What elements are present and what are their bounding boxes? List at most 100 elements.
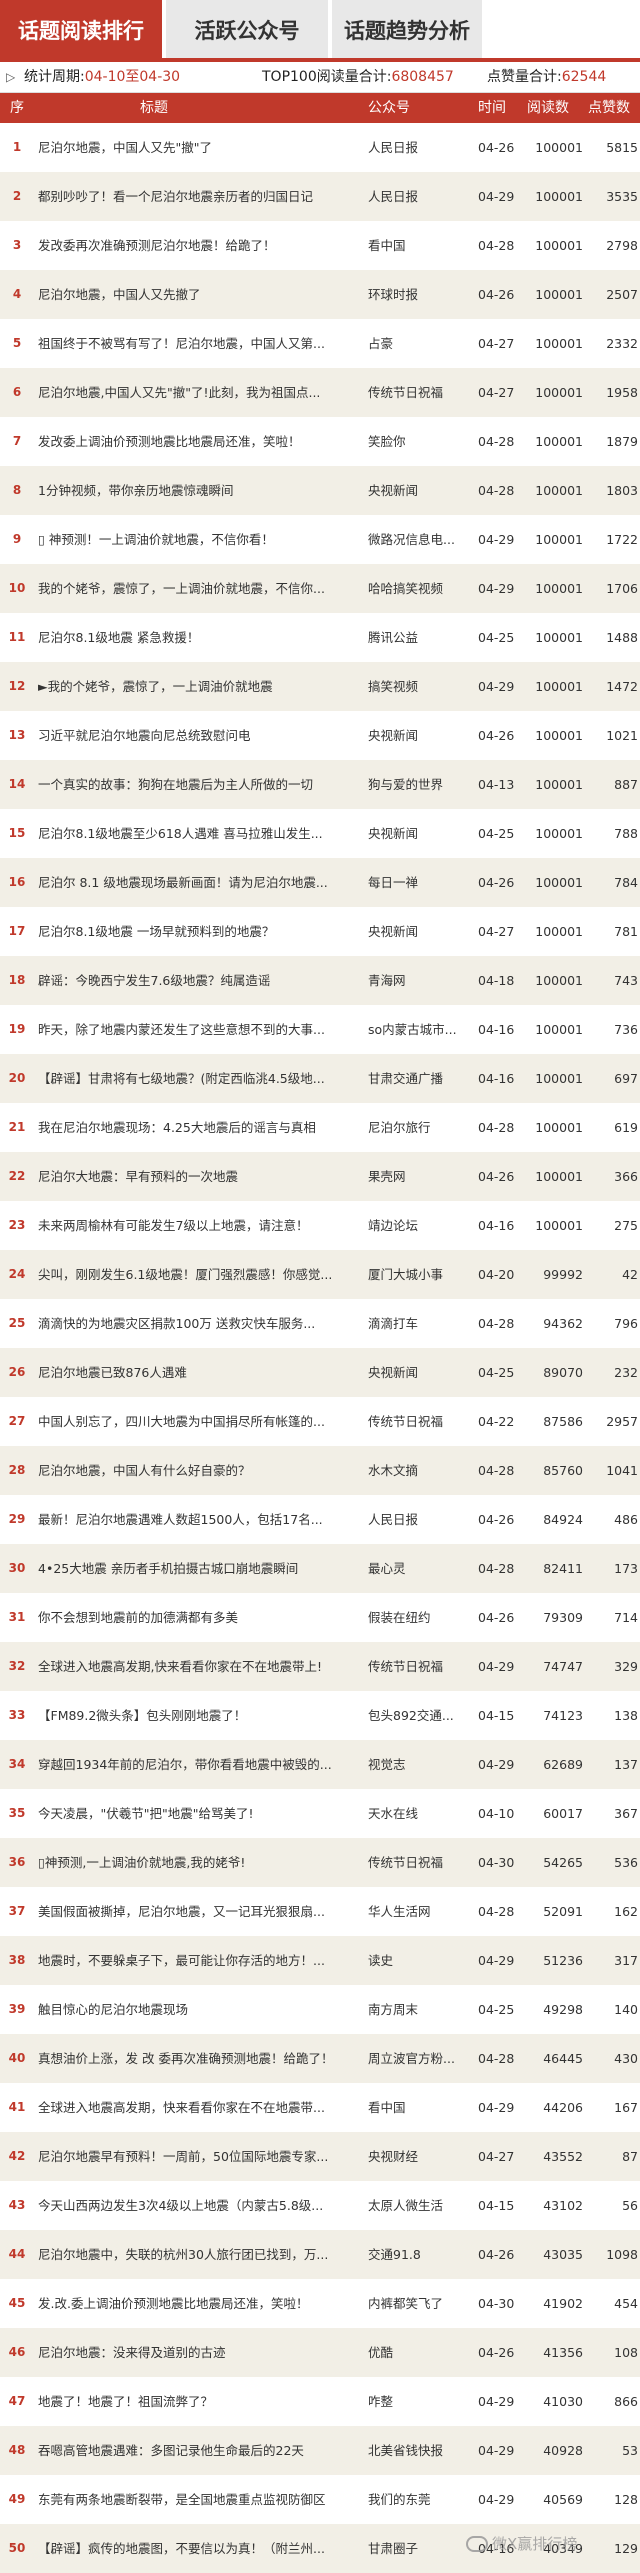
table-row[interactable]: 32 全球进入地震高发期,快来看看你家在不在地震带上! 传统节日祝福 04-29 747… [0,1642,640,1691]
table-row[interactable]: 6 尼泊尔地震,中国人又先"撤"了!此刻，我为祖国点... 传统节日祝福 04-27 1… [0,368,640,417]
title-link[interactable]: 穿越回1934年前的尼泊尔，带你看看地震中被毁的... [38,1740,360,1789]
table-row[interactable]: 10 我的个姥爷，震惊了，一上调油价就地震，不信你... 哈哈搞笑视频 04-29 10… [0,564,640,613]
title-link[interactable]: 尼泊尔地震已致876人遇难 [38,1348,360,1397]
tab-topic-trend[interactable]: 话题趋势分析 [332,0,482,58]
title-link[interactable]: 发.改.委上调油价预测地震比地震局还准，笑啦！ [38,2279,360,2328]
title-link[interactable]: 尼泊尔大地震：早有预料的一次地震 [38,1152,360,1201]
title-link[interactable]: 【辟谣】疯传的地震图，不要信以为真！（附兰州... [38,2524,360,2573]
table-row[interactable]: 20 【辟谣】甘肃将有七级地震？(附定西临洮4.5级地... 甘肃交通广播 04-16… [0,1054,640,1103]
table-row[interactable]: 43 今天山西两边发生3次4级以上地震（内蒙古5.8级... 太原人微生活 04-15… [0,2181,640,2230]
title-link[interactable]: 全球进入地震高发期，快来看看你家在不在地震带... [38,2083,360,2132]
table-row[interactable]: 39 触目惊心的尼泊尔地震现场 南方周末 04-25 49298 140 [0,1985,640,2034]
table-row[interactable]: 25 滴滴快的为地震灾区捐款100万 送救灾快车服务... 滴滴打车 04-28 943… [0,1299,640,1348]
title-link[interactable]: 你不会想到地震前的加德满都有多美 [38,1593,360,1642]
table-row[interactable]: 40 真想油价上涨，发 改 委再次准确预测地震！给跪了！ 周立波官方粉... 04-2… [0,2034,640,2083]
table-row[interactable]: 35 今天凌晨，"伏羲节"把"地震"给骂美了! 天水在线 04-10 60017 367 [0,1789,640,1838]
title-link[interactable]: 尼泊尔地震，中国人又先"撤"了 [38,123,360,172]
table-row[interactable]: 48 吞嗯高管地震遇难：多图记录他生命最后的22天 北美省钱快报 04-29 40928… [0,2426,640,2475]
tab-topic-reading-rank[interactable]: 话题阅读排行 [0,0,162,58]
table-row[interactable]: 31 你不会想到地震前的加德满都有多美 假装在纽约 04-26 79309 714 [0,1593,640,1642]
table-row[interactable]: 37 美国假面被撕掉，尼泊尔地震，又一记耳光狠狠扇... 华人生活网 04-28 520… [0,1887,640,1936]
title-link[interactable]: 都别吵吵了！看一个尼泊尔地震亲历者的归国日记 [38,172,360,221]
title-link[interactable]: 尖叫，刚刚发生6.1级地震！厦门强烈震感！你感觉... [38,1250,360,1299]
title-link[interactable]: 我的个姥爷，震惊了，一上调油价就地震，不信你... [38,564,360,613]
title-link[interactable]: 1分钟视频，带你亲历地震惊魂瞬间 [38,466,360,515]
table-row[interactable]: 44 尼泊尔地震中，失联的杭州30人旅行团已找到，万... 交通91.8 04-26 4… [0,2230,640,2279]
title-link[interactable]: 地震时，不要躲桌子下，最可能让你存活的地方！... [38,1936,360,1985]
title-link[interactable]: 辟谣：今晚西宁发生7.6级地震？纯属造谣 [38,956,360,1005]
title-link[interactable]: 一个真实的故事：狗狗在地震后为主人所做的一切 [38,760,360,809]
table-row[interactable]: 46 尼泊尔地震：没来得及道别的古迹 优酷 04-26 41356 108 [0,2328,640,2377]
title-link[interactable]: 今天凌晨，"伏羲节"把"地震"给骂美了! [38,1789,360,1838]
table-row[interactable]: 9 ▯ 神预测！一上调油价就地震，不信你看！ 微路况信息电... 04-29 10000… [0,515,640,564]
title-link[interactable]: 习近平就尼泊尔地震向尼总统致慰问电 [38,711,360,760]
title-link[interactable]: 昨天，除了地震内蒙还发生了这些意想不到的大事... [38,1005,360,1054]
table-row[interactable]: 5 祖国终于不被骂有写了！尼泊尔地震，中国人又第... 占豪 04-27 100001 2… [0,319,640,368]
table-row[interactable]: 29 最新！尼泊尔地震遇难人数超1500人，包括17名... 人民日报 04-26 84… [0,1495,640,1544]
title-link[interactable]: ▯ 神预测！一上调油价就地震，不信你看！ [38,515,360,564]
title-link[interactable]: 未来两周榆林有可能发生7级以上地震，请注意！ [38,1201,360,1250]
title-link[interactable]: 祖国终于不被骂有写了！尼泊尔地震，中国人又第... [38,319,360,368]
table-row[interactable]: 18 辟谣：今晚西宁发生7.6级地震？纯属造谣 青海网 04-18 100001 743 [0,956,640,1005]
table-row[interactable]: 27 中国人别忘了，四川大地震为中国捐尽所有帐篷的... 传统节日祝福 04-22 87… [0,1397,640,1446]
title-link[interactable]: 4•25大地震 亲历者手机拍摄古城口崩地震瞬间 [38,1544,360,1593]
title-link[interactable]: 美国假面被撕掉，尼泊尔地震，又一记耳光狠狠扇... [38,1887,360,1936]
title-link[interactable]: 我在尼泊尔地震现场：4.25大地震后的谣言与真相 [38,1103,360,1152]
title-link[interactable]: ▯神预测,一上调油价就地震,我的姥爷! [38,1838,360,1887]
title-link[interactable]: 地震了！地震了！祖国流弊了？ [38,2377,360,2426]
table-row[interactable]: 17 尼泊尔8.1级地震 一场早就预料到的地震？ 央视新闻 04-27 100001 78… [0,907,640,956]
title-link[interactable]: 尼泊尔地震,中国人又先"撤"了!此刻，我为祖国点... [38,368,360,417]
table-row[interactable]: 36 ▯神预测,一上调油价就地震,我的姥爷! 传统节日祝福 04-30 54265 536 [0,1838,640,1887]
tab-active-accounts[interactable]: 活跃公众号 [166,0,328,58]
title-link[interactable]: 中国人别忘了，四川大地震为中国捐尽所有帐篷的... [38,1397,360,1446]
title-link[interactable]: 东莞有两条地震断裂带，是全国地震重点监视防御区 [38,2475,360,2524]
title-link[interactable]: 尼泊尔地震，中国人又先撤了 [38,270,360,319]
title-link[interactable]: 全球进入地震高发期,快来看看你家在不在地震带上! [38,1642,360,1691]
title-link[interactable]: 尼泊尔地震中，失联的杭州30人旅行团已找到，万... [38,2230,360,2279]
table-row[interactable]: 2 都别吵吵了！看一个尼泊尔地震亲历者的归国日记 人民日报 04-29 100001 35… [0,172,640,221]
table-row[interactable]: 14 一个真实的故事：狗狗在地震后为主人所做的一切 狗与爱的世界 04-13 10000… [0,760,640,809]
title-link[interactable]: 尼泊尔 8.1 级地震现场最新画面！请为尼泊尔地震... [38,858,360,907]
table-row[interactable]: 13 习近平就尼泊尔地震向尼总统致慰问电 央视新闻 04-26 100001 1021 [0,711,640,760]
title-link[interactable]: 【辟谣】甘肃将有七级地震？(附定西临洮4.5级地... [38,1054,360,1103]
table-row[interactable]: 38 地震时，不要躲桌子下，最可能让你存活的地方！... 读史 04-29 51236 3… [0,1936,640,1985]
title-link[interactable]: 发改委上调油价预测地震比地震局还准，笑啦！ [38,417,360,466]
table-row[interactable]: 22 尼泊尔大地震：早有预料的一次地震 果壳网 04-26 100001 366 [0,1152,640,1201]
table-row[interactable]: 12 ►我的个姥爷，震惊了，一上调油价就地震 搞笑视频 04-29 100001 1472 [0,662,640,711]
table-row[interactable]: 21 我在尼泊尔地震现场：4.25大地震后的谣言与真相 尼泊尔旅行 04-28 1000… [0,1103,640,1152]
table-row[interactable]: 8 1分钟视频，带你亲历地震惊魂瞬间 央视新闻 04-28 100001 1803 [0,466,640,515]
table-row[interactable]: 26 尼泊尔地震已致876人遇难 央视新闻 04-25 89070 232 [0,1348,640,1397]
title-link[interactable]: 尼泊尔地震：没来得及道别的古迹 [38,2328,360,2377]
table-row[interactable]: 23 未来两周榆林有可能发生7级以上地震，请注意！ 靖边论坛 04-16 100001 2… [0,1201,640,1250]
title-link[interactable]: 最新！尼泊尔地震遇难人数超1500人，包括17名... [38,1495,360,1544]
table-row[interactable]: 16 尼泊尔 8.1 级地震现场最新画面！请为尼泊尔地震... 每日一禅 04-26 1… [0,858,640,907]
table-row[interactable]: 28 尼泊尔地震，中国人有什么好自豪的？ 水木文摘 04-28 85760 1041 [0,1446,640,1495]
title-link[interactable]: 真想油价上涨，发 改 委再次准确预测地震！给跪了！ [38,2034,360,2083]
table-row[interactable]: 4 尼泊尔地震，中国人又先撤了 环球时报 04-26 100001 2507 [0,270,640,319]
title-link[interactable]: 尼泊尔地震，中国人有什么好自豪的？ [38,1446,360,1495]
table-row[interactable]: 11 尼泊尔8.1级地震 紧急救援！ 腾讯公益 04-25 100001 1488 [0,613,640,662]
title-link[interactable]: 发改委再次准确预测尼泊尔地震！给跪了！ [38,221,360,270]
title-link[interactable]: 尼泊尔8.1级地震 一场早就预料到的地震？ [38,907,360,956]
table-row[interactable]: 3 发改委再次准确预测尼泊尔地震！给跪了！ 看中国 04-28 100001 2798 [0,221,640,270]
table-row[interactable]: 34 穿越回1934年前的尼泊尔，带你看看地震中被毁的... 视觉志 04-29 626… [0,1740,640,1789]
table-row[interactable]: 33 【FM89.2微头条】包头刚刚地震了！ 包头892交通... 04-15 7412… [0,1691,640,1740]
title-link[interactable]: 触目惊心的尼泊尔地震现场 [38,1985,360,2034]
title-link[interactable]: 尼泊尔8.1级地震至少618人遇难 喜马拉雅山发生... [38,809,360,858]
table-row[interactable]: 7 发改委上调油价预测地震比地震局还准，笑啦！ 笑脸你 04-28 100001 1879 [0,417,640,466]
title-link[interactable]: 吞嗯高管地震遇难：多图记录他生命最后的22天 [38,2426,360,2475]
title-link[interactable]: 尼泊尔8.1级地震 紧急救援！ [38,613,360,662]
title-link[interactable]: 今天山西两边发生3次4级以上地震（内蒙古5.8级... [38,2181,360,2230]
table-row[interactable]: 30 4•25大地震 亲历者手机拍摄古城口崩地震瞬间 最心灵 04-28 82411 17… [0,1544,640,1593]
title-link[interactable]: ►我的个姥爷，震惊了，一上调油价就地震 [38,662,360,711]
table-row[interactable]: 1 尼泊尔地震，中国人又先"撤"了 人民日报 04-26 100001 5815 [0,123,640,172]
title-link[interactable]: 【FM89.2微头条】包头刚刚地震了！ [38,1691,360,1740]
title-link[interactable]: 滴滴快的为地震灾区捐款100万 送救灾快车服务... [38,1299,360,1348]
table-row[interactable]: 42 尼泊尔地震早有预料！一周前，50位国际地震专家... 央视财经 04-27 435… [0,2132,640,2181]
title-link[interactable]: 尼泊尔地震早有预料！一周前，50位国际地震专家... [38,2132,360,2181]
table-row[interactable]: 24 尖叫，刚刚发生6.1级地震！厦门强烈震感！你感觉... 厦门大城小事 04-20… [0,1250,640,1299]
table-row[interactable]: 15 尼泊尔8.1级地震至少618人遇难 喜马拉雅山发生... 央视新闻 04-25 1… [0,809,640,858]
table-row[interactable]: 19 昨天，除了地震内蒙还发生了这些意想不到的大事... so内蒙古城市... 04-… [0,1005,640,1054]
table-row[interactable]: 47 地震了！地震了！祖国流弊了？ 咋整 04-29 41030 866 [0,2377,640,2426]
table-row[interactable]: 45 发.改.委上调油价预测地震比地震局还准，笑啦！ 内裤都笑飞了 04-30 4190… [0,2279,640,2328]
